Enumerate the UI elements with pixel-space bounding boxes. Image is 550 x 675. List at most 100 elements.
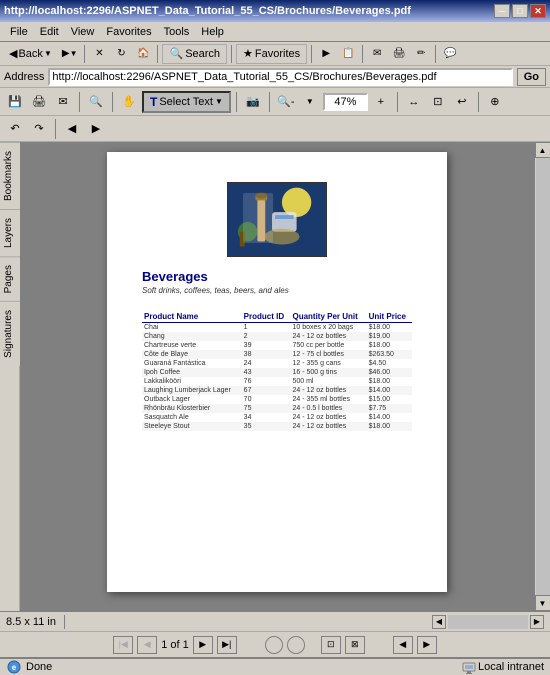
select-text-button[interactable]: T Select Text ▼ [142, 91, 231, 113]
table-cell-10-2: 24 - 12 oz bottles [290, 413, 366, 422]
search-button[interactable]: 🔍 Search [162, 44, 227, 64]
discuss-button[interactable]: 💬 [440, 44, 460, 64]
h-scrollbar[interactable]: ◀ ▶ [432, 615, 544, 629]
pdf-rotate-btn[interactable]: ↩ [451, 91, 473, 113]
sidebar-tab-layers[interactable]: Layers [0, 209, 20, 256]
nav-next-btn[interactable]: ▶ [193, 636, 213, 654]
nav-last-btn[interactable]: ▶| [217, 636, 237, 654]
forward-dropdown-icon: ▼ [70, 49, 78, 58]
back-arrow-icon: ◀ [9, 47, 17, 60]
menu-tools[interactable]: Tools [158, 24, 196, 40]
right-scrollbar[interactable]: ▲ ▼ [534, 142, 550, 611]
forward-icon: ▶ [62, 48, 70, 59]
table-cell-4-2: 12 - 355 g cans [290, 359, 366, 368]
refresh-button[interactable]: ↻ [111, 44, 131, 64]
history-button[interactable]: 📋 [338, 44, 358, 64]
table-cell-4-0: Guaraná Fantástica [142, 359, 242, 368]
hscroll-left-btn[interactable]: ◀ [432, 615, 446, 629]
menu-view[interactable]: View [65, 24, 101, 40]
pdf-undo-btn[interactable]: ↶ [4, 118, 26, 140]
print-button[interactable]: 🖨 [389, 44, 409, 64]
toolbar-separator-5 [362, 45, 363, 63]
pdf-print-btn[interactable]: 🖨 [28, 91, 50, 113]
pdf-content-area: Beverages Soft drinks, coffees, teas, be… [20, 142, 534, 611]
table-cell-8-0: Outback Lager [142, 395, 242, 404]
maximize-button[interactable]: □ [512, 4, 528, 18]
pdf-page-right-btn[interactable]: ▶ [85, 118, 107, 140]
search-label: Search [185, 48, 220, 60]
favorites-button[interactable]: ★ Favorites [236, 44, 307, 64]
scroll-up-btn[interactable]: ▲ [535, 142, 550, 158]
mail-button[interactable]: ✉ [367, 44, 387, 64]
scroll-down-btn[interactable]: ▼ [535, 595, 550, 611]
table-cell-8-2: 24 - 355 ml bottles [290, 395, 366, 404]
nav-extra-btn-2[interactable]: ⊠ [345, 636, 365, 654]
nav-arrow-right[interactable]: ▶ [417, 636, 437, 654]
table-row: Outback Lager7024 - 355 ml bottles$15.00 [142, 395, 412, 404]
sidebar-tab-bookmarks[interactable]: Bookmarks [0, 142, 20, 209]
nav-first-btn[interactable]: |◀ [113, 636, 133, 654]
menu-file[interactable]: File [4, 24, 34, 40]
pdf-zoom-out-btn[interactable]: 🔍- [275, 91, 297, 113]
table-cell-1-1: 2 [242, 332, 291, 341]
back-button[interactable]: ◀ Back ▼ [4, 44, 57, 64]
nav-arrow-left[interactable]: ◀ [393, 636, 413, 654]
pdf-fit-width-btn[interactable]: ↔ [403, 91, 425, 113]
nav-circle-2[interactable] [287, 636, 305, 654]
pdf-zoom-in-btn[interactable]: + [370, 91, 392, 113]
edit-button[interactable]: ✏ [411, 44, 431, 64]
undo-icon: ↶ [10, 122, 19, 135]
pdf-hand-btn[interactable]: ✋ [118, 91, 140, 113]
scroll-track[interactable] [536, 158, 550, 595]
pdf-snapshot-btn[interactable]: 📷 [242, 91, 264, 113]
hscroll-track[interactable] [448, 615, 528, 629]
table-row: Sasquatch Ale3424 - 12 oz bottles$14.00 [142, 413, 412, 422]
table-cell-7-3: $14.00 [367, 386, 412, 395]
select-text-dropdown: ▼ [215, 97, 223, 106]
nav-prev-btn[interactable]: ◀ [137, 636, 157, 654]
pdf-zoom-dropdown[interactable]: ▼ [299, 91, 321, 113]
sidebar: Bookmarks Layers Pages Signatures [0, 142, 20, 611]
pdf-redo-btn[interactable]: ↷ [28, 118, 50, 140]
menu-edit[interactable]: Edit [34, 24, 65, 40]
titlebar-buttons: ─ □ ✕ [494, 4, 546, 18]
menu-help[interactable]: Help [195, 24, 230, 40]
media-button[interactable]: ▶ [316, 44, 336, 64]
table-cell-11-2: 24 - 12 oz bottles [290, 422, 366, 431]
home-button[interactable]: 🏠 [133, 44, 153, 64]
toolbar-separator-3 [231, 45, 232, 63]
sidebar-tab-signatures[interactable]: Signatures [0, 301, 20, 366]
minimize-button[interactable]: ─ [494, 4, 510, 18]
table-row: Steeleye Stout3524 - 12 oz bottles$18.00 [142, 422, 412, 431]
forward-button[interactable]: ▶ ▼ [59, 44, 81, 64]
table-cell-3-2: 12 - 75 cl bottles [290, 350, 366, 359]
close-button[interactable]: ✕ [530, 4, 546, 18]
product-svg [228, 182, 326, 257]
table-cell-2-2: 750 cc per bottle [290, 341, 366, 350]
media-icon: ▶ [322, 48, 330, 59]
pdf-search-btn[interactable]: 🔍 [85, 91, 107, 113]
pdf-email-icon: ✉ [58, 95, 67, 108]
address-input[interactable] [48, 68, 512, 86]
pdf-sep-4 [269, 92, 270, 112]
sidebar-tab-pages[interactable]: Pages [0, 256, 20, 301]
titlebar: http://localhost:2296/ASPNET_Data_Tutori… [0, 0, 550, 22]
table-row: Chartreuse verte39750 cc per bottle$18.0… [142, 341, 412, 350]
stop-button[interactable]: ✕ [89, 44, 109, 64]
nav-extra-btn-1[interactable]: ⊡ [321, 636, 341, 654]
pdf-email-btn[interactable]: ✉ [52, 91, 74, 113]
zoom-input[interactable] [323, 93, 368, 111]
pdf-more-btn[interactable]: ⊕ [484, 91, 506, 113]
pdf-page-left-btn[interactable]: ◀ [61, 118, 83, 140]
hscroll-right-btn[interactable]: ▶ [530, 615, 544, 629]
nav-circle-1[interactable] [265, 636, 283, 654]
print-icon: 🖨 [393, 48, 406, 59]
go-button[interactable]: Go [517, 68, 546, 86]
intranet-icon [462, 660, 476, 674]
pdf-fit-page-btn[interactable]: ⊡ [427, 91, 449, 113]
pdf-save-btn[interactable]: 💾 [4, 91, 26, 113]
edit-icon: ✏ [417, 48, 425, 59]
menu-favorites[interactable]: Favorites [100, 24, 157, 40]
table-cell-1-0: Chang [142, 332, 242, 341]
col-header-id: Product ID [242, 311, 291, 323]
